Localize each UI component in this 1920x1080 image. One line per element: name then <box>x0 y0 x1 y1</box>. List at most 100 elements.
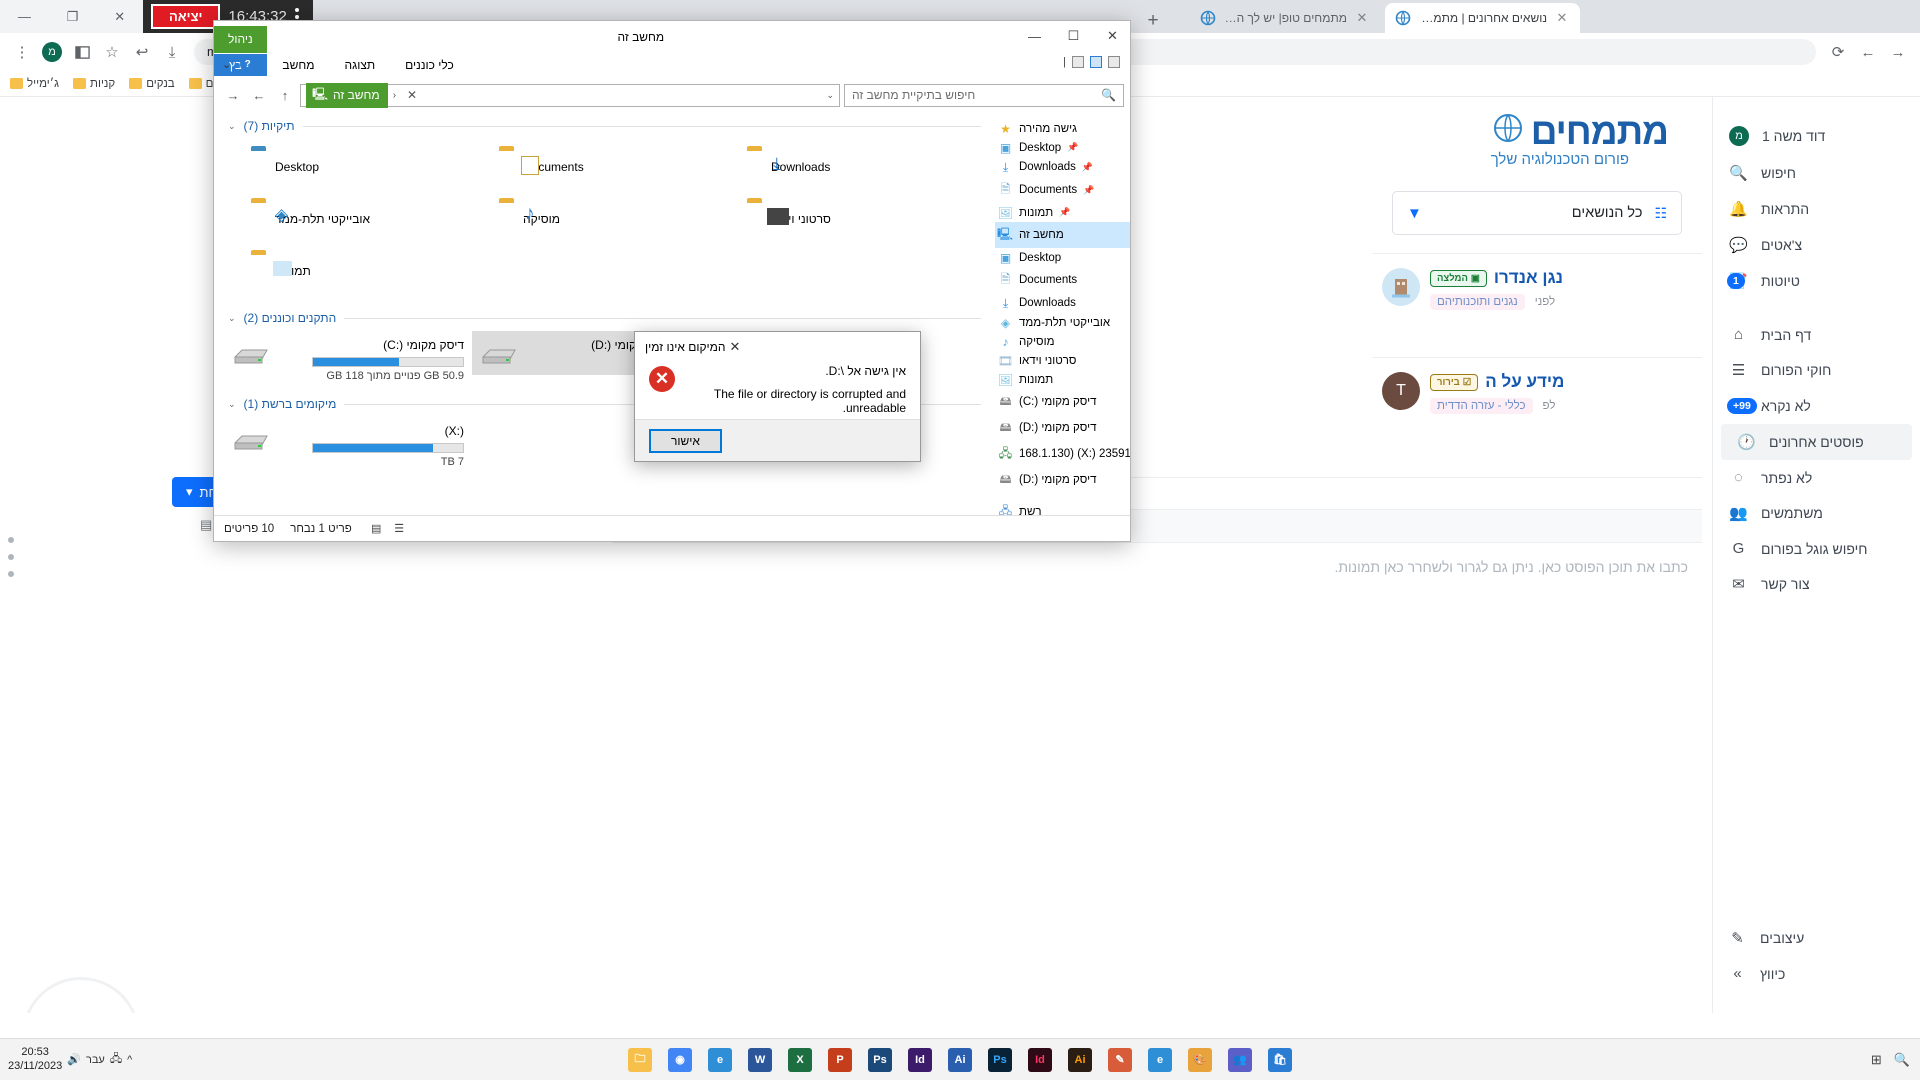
taskbar-edge-old-icon[interactable]: e <box>1141 1041 1179 1079</box>
pin-icon[interactable]: 📌 <box>1067 142 1078 153</box>
details-view-icon[interactable]: ▤ <box>368 521 385 536</box>
nav-item-documents-qa[interactable]: 🗎 Documents 📌 <box>994 177 1130 203</box>
nav-item-pictures-qa[interactable]: 🖼 תמונות 📌 <box>994 203 1130 222</box>
nav-item-downloads-qa[interactable]: ⤓ Downloads 📌 <box>994 157 1130 177</box>
minimize-icon[interactable]: — <box>18 9 31 24</box>
sidebar-item-contact[interactable]: ✉ צור קשר <box>1713 566 1920 602</box>
ribbon-tab-view[interactable]: תצוגה <box>330 54 391 76</box>
preview-icon[interactable]: ▤ <box>200 517 212 533</box>
breadcrumb-root[interactable]: 🖳 מחשב זה <box>306 82 388 108</box>
close-icon[interactable]: ✕ <box>726 339 745 355</box>
ribbon-tab-manage[interactable]: ניהול <box>214 26 267 53</box>
scroll-dots[interactable] <box>8 537 14 577</box>
taskbar-snip-icon[interactable]: ✎ <box>1101 1041 1139 1079</box>
taskbar-excel-icon[interactable]: X <box>781 1041 819 1079</box>
editor-textarea[interactable]: כתבו את תוכן הפוסט כאן. ניתן גם לגרור ול… <box>612 545 1702 845</box>
sidebar-item-unread[interactable]: ⚑ לא נקרא 99+ <box>1713 388 1920 424</box>
ok-button[interactable]: אישור <box>649 428 722 453</box>
taskbar-store-icon[interactable]: 🛍 <box>1261 1041 1299 1079</box>
network-tray-icon[interactable]: 🖧 <box>110 1050 122 1069</box>
nav-item-downloads[interactable]: ⤓ Downloads <box>994 293 1130 313</box>
sidebar-item-recent[interactable]: 🕐 פוסטים אחרונים <box>1721 424 1912 460</box>
sidebar-item-home[interactable]: ⌂ דף הבית <box>1713 317 1920 352</box>
folder-tile-music[interactable]: ♪ מוסיקה <box>472 193 720 245</box>
breadcrumb[interactable]: 🖳 מחשב זה ‹ ✕ ⌄ <box>300 82 840 108</box>
netfree-exit-button[interactable]: יציאה <box>151 4 221 29</box>
nav-item-videos[interactable]: 🎞 סרטוני וידאו <box>994 351 1130 370</box>
nav-item-drive-d-2[interactable]: 🖴 דיסק מקומי (:D) <box>994 467 1130 493</box>
profile-avatar[interactable]: מ <box>38 38 66 66</box>
post-category[interactable]: כללי - עזרה הדדית <box>1430 398 1533 414</box>
list-view-icon[interactable]: ☷ <box>1654 205 1667 222</box>
chevron-down-icon[interactable]: ⌄ <box>826 90 834 101</box>
bookmark-item-1[interactable]: קניות <box>73 78 115 90</box>
taskbar-teams-icon[interactable]: 👥 <box>1221 1041 1259 1079</box>
close-icon[interactable]: ✕ <box>114 9 125 25</box>
restore-icon[interactable]: ❐ <box>67 9 79 25</box>
taskbar-illustrator-icon[interactable]: Ai <box>1061 1041 1099 1079</box>
nav-quick-access[interactable]: ★ גישה מהירה <box>994 119 1130 138</box>
sidebar-item-users[interactable]: 👥 משתמשים <box>1713 495 1920 531</box>
show-hidden-icons[interactable]: ^ <box>127 1054 132 1066</box>
taskbar-word-icon[interactable]: W <box>741 1041 779 1079</box>
chevron-up-icon[interactable]: ⌄ <box>228 121 236 132</box>
sidebar-item-google-search[interactable]: G חיפוש גוגל בפורום <box>1713 531 1920 566</box>
tab-close-icon[interactable]: ✕ <box>1354 10 1370 26</box>
share-icon[interactable]: ↩ <box>128 38 156 66</box>
ribbon-tab-drive-tools[interactable]: כלי כוננים <box>390 54 469 76</box>
group-header-drives[interactable]: ⌄ התקנים וכוננים (2) <box>214 305 995 329</box>
nav-item-music[interactable]: ♪ מוסיקה <box>994 332 1130 351</box>
sidebar-item-unsolved[interactable]: ◌ לא נפתר <box>1713 460 1920 495</box>
sidebar-item-chats[interactable]: 💬 צ'אטים <box>1713 227 1920 263</box>
post-list-item[interactable]: T בירור ☑ מידע על ה כללי - עזרה הדדית לפ <box>1372 357 1702 428</box>
sidebar-item-themes[interactable]: ✎ עיצובים <box>1712 920 1920 956</box>
post-category[interactable]: נגנים ותוכנותיהם <box>1430 294 1525 310</box>
taskbar-photoshop2-icon[interactable]: Ps <box>861 1041 899 1079</box>
search-input[interactable]: חיפוש בתיקיית מחשב זה 🔍 <box>844 83 1124 107</box>
start-icon[interactable]: ⊞ <box>1871 1052 1882 1068</box>
drive-tile-c[interactable]: דיסק מקומי (:C) 50.9 GB פנויים מתוך 118 … <box>224 331 472 387</box>
ribbon-tab-computer[interactable]: מחשב <box>267 54 329 76</box>
bookmark-item-2[interactable]: בנקים <box>129 78 175 90</box>
nav-item-network-drive-x[interactable]: 🖧 235918 (:X) (168.1.130 <box>994 441 1130 467</box>
sidebar-item-collapse[interactable]: » כיווץ <box>1712 956 1920 991</box>
nav-item-3d-objects[interactable]: ◈ אובייקטי תלת-ממד <box>994 313 1130 332</box>
taskbar-illustrator2-icon[interactable]: Ai <box>941 1041 979 1079</box>
taskbar-edge-icon[interactable]: e <box>701 1041 739 1079</box>
folder-tile-pictures[interactable]: תמונות <box>224 245 472 297</box>
nav-item-desktop[interactable]: ▣ Desktop <box>994 248 1130 267</box>
group-header-folders[interactable]: ⌄ תיקיות (7) <box>214 113 995 137</box>
nav-item-this-pc[interactable]: 🖳 מחשב זה <box>994 222 1130 248</box>
minimize-icon[interactable]: — <box>1015 21 1054 51</box>
taskbar-clock[interactable]: 20:53 23/11/2023 <box>8 1046 62 1074</box>
post-title[interactable]: מידע על ה <box>1485 372 1564 392</box>
pin-icon[interactable]: 📌 <box>1083 185 1094 196</box>
browser-tab-0[interactable]: מתמחים טופ| יש לך התראה חד ✕ <box>1190 3 1380 33</box>
folder-tile-3d-objects[interactable]: ◈ אובייקטי תלת-ממד <box>224 193 472 245</box>
speaker-icon[interactable]: 🔊 <box>67 1053 81 1066</box>
pin-icon[interactable]: 📌 <box>1082 162 1093 173</box>
taskbar-indesign2-icon[interactable]: Id <box>901 1041 939 1079</box>
site-logo[interactable]: מתמחים פורום הטכנולוגיה שלך <box>1491 111 1669 168</box>
taskbar-indesign-icon[interactable]: Id <box>1021 1041 1059 1079</box>
view-details-icon[interactable] <box>1108 56 1120 68</box>
back-icon[interactable]: ← <box>1854 38 1882 66</box>
sidebar-item-rules[interactable]: ☰ חוקי הפורום <box>1713 352 1920 388</box>
menu-dots-icon[interactable]: ⋮ <box>8 38 36 66</box>
taskbar-chrome-icon[interactable]: ◉ <box>661 1041 699 1079</box>
search-icon[interactable]: 🔍 <box>1894 1052 1910 1068</box>
download-icon[interactable]: ⤓ <box>158 38 186 66</box>
bookmark-item-0[interactable]: ג׳ימייל <box>10 78 59 90</box>
properties-icon[interactable] <box>1072 56 1084 68</box>
close-icon[interactable]: ✕ <box>1093 21 1130 51</box>
nav-item-pictures[interactable]: 🖼 תמונות <box>994 370 1130 389</box>
sidebar-item-search[interactable]: 🔍 חיפוש <box>1713 155 1920 191</box>
list-view-icon[interactable]: ☰ <box>391 521 408 536</box>
reload-icon[interactable]: ⟳ <box>1824 38 1852 66</box>
topic-filter-bar[interactable]: ▼ כל הנושאים ☷ <box>1392 191 1682 235</box>
view-tiles-icon[interactable] <box>1090 56 1102 68</box>
taskbar-explorer-icon[interactable]: 🗀 <box>621 1041 659 1079</box>
back-icon[interactable]: → <box>222 84 244 106</box>
taskbar-paint-icon[interactable]: 🎨 <box>1181 1041 1219 1079</box>
taskbar-photoshop-icon[interactable]: Ps <box>981 1041 1019 1079</box>
